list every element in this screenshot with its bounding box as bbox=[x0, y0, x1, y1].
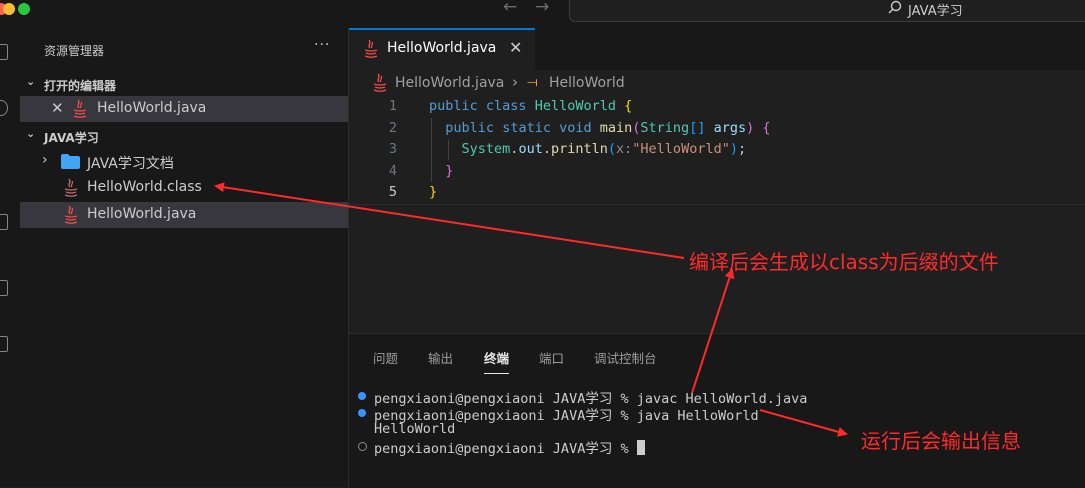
java-file-icon bbox=[373, 73, 387, 92]
close-icon[interactable]: ✕ bbox=[51, 99, 64, 117]
sidebar-title: 资源管理器 bbox=[44, 44, 105, 58]
tab-helloworld-java[interactable]: HelloWorld.java ✕ bbox=[349, 28, 535, 70]
extensions-icon[interactable] bbox=[0, 280, 8, 296]
command-success-dot[interactable] bbox=[358, 409, 366, 417]
editor-tab-bar: HelloWorld.java ✕ bbox=[349, 28, 1085, 70]
tab-problems[interactable]: 问题 bbox=[373, 348, 398, 367]
breadcrumb-symbol[interactable]: HelloWorld bbox=[549, 75, 625, 91]
tree-item-label: HelloWorld.java bbox=[87, 206, 197, 222]
command-pending-dot[interactable] bbox=[358, 442, 367, 451]
folder-icon bbox=[61, 154, 80, 169]
code-line: } bbox=[445, 163, 454, 179]
code-line: public class HelloWorld { bbox=[429, 98, 633, 114]
title-bar: ← → JAVA学习 bbox=[0, 0, 1085, 28]
code-line: } bbox=[429, 184, 438, 200]
code-line: public static void main(String[] args) { bbox=[445, 120, 771, 136]
chevron-down-icon: ⌄ bbox=[26, 75, 36, 88]
line-number: 1 bbox=[388, 98, 397, 114]
activity-bar bbox=[0, 28, 20, 487]
tree-item-label: HelloWorld.class bbox=[87, 179, 202, 195]
workspace-folder-header: JAVA学习 bbox=[44, 131, 99, 145]
tab-ports[interactable]: 端口 bbox=[539, 348, 564, 367]
search-icon bbox=[888, 0, 902, 14]
tree-item-label: JAVA学习文档 bbox=[87, 156, 174, 172]
terminal-cursor bbox=[636, 440, 645, 455]
explorer-icon[interactable] bbox=[0, 44, 8, 60]
breadcrumb-file[interactable]: HelloWorld.java bbox=[395, 75, 504, 91]
remote-explorer-icon[interactable] bbox=[0, 336, 8, 352]
minimize-dot[interactable] bbox=[3, 3, 15, 15]
open-editors-header: 打开的编辑器 bbox=[44, 79, 117, 93]
back-arrow-icon[interactable]: ← bbox=[503, 0, 517, 17]
code-line: System.out.println(x:"HelloWorld"); bbox=[461, 141, 747, 157]
code-editor[interactable]: 1 2 3 4 5 public class HelloWorld { publ… bbox=[349, 96, 1085, 204]
search-activity-icon[interactable] bbox=[0, 100, 8, 116]
terminal-prompt-line[interactable]: pengxiaoni@pengxiaoni JAVA学习 % bbox=[374, 437, 645, 457]
explorer-sidebar: 资源管理器 ··· ⌄ 打开的编辑器 ✕ HelloWorld.java ⌄ J… bbox=[20, 28, 349, 487]
tree-item-class-file[interactable]: HelloWorld.class bbox=[20, 175, 348, 201]
maximize-window-button[interactable] bbox=[18, 3, 30, 15]
line-number: 2 bbox=[388, 120, 397, 136]
open-editor-label: HelloWorld.java bbox=[97, 100, 207, 116]
chevron-right-icon: › bbox=[42, 152, 48, 168]
tab-output[interactable]: 输出 bbox=[428, 348, 453, 367]
tree-item-folder[interactable]: › JAVA学习文档 bbox=[20, 149, 348, 175]
command-success-dot[interactable] bbox=[358, 392, 366, 400]
workspace-folder-section[interactable]: ⌄ JAVA学习 bbox=[20, 125, 348, 147]
tab-label: HelloWorld.java bbox=[387, 40, 497, 56]
java-file-icon bbox=[64, 205, 78, 224]
breadcrumb: HelloWorld.java › ⟞ HelloWorld bbox=[349, 70, 1085, 96]
chevron-right-icon: › bbox=[512, 73, 518, 91]
annotation-run-note: 运行后会输出信息 bbox=[861, 429, 1021, 453]
line-number: 3 bbox=[388, 141, 397, 157]
more-actions-icon[interactable]: ··· bbox=[314, 37, 330, 53]
open-editors-section[interactable]: ⌄ 打开的编辑器 bbox=[20, 73, 348, 95]
tab-debug-console[interactable]: 调试控制台 bbox=[594, 348, 657, 367]
java-file-icon bbox=[364, 39, 378, 58]
terminal-output-line: HelloWorld bbox=[374, 421, 456, 437]
class-symbol-icon: ⟞ bbox=[527, 75, 538, 90]
annotation-class-note: 编译后会生成以class为后缀的文件 bbox=[689, 250, 999, 274]
chevron-down-icon: ⌄ bbox=[26, 127, 36, 140]
close-tab-icon[interactable]: ✕ bbox=[509, 38, 522, 57]
java-file-icon bbox=[73, 99, 87, 118]
line-number: 4 bbox=[388, 163, 397, 179]
command-center-search[interactable]: JAVA学习 bbox=[569, 0, 1085, 22]
bottom-panel: 问题 输出 终端 端口 调试控制台 pengxiaoni@pengxiaoni … bbox=[349, 333, 1085, 488]
terminal-prompt: pengxiaoni@pengxiaoni JAVA学习 % bbox=[374, 441, 637, 457]
run-debug-icon[interactable] bbox=[0, 214, 8, 230]
java-class-file-icon bbox=[64, 178, 78, 197]
open-editor-item[interactable]: ✕ HelloWorld.java bbox=[20, 96, 348, 122]
editor-divider bbox=[349, 204, 1085, 205]
forward-arrow-icon[interactable]: → bbox=[535, 0, 549, 17]
line-number-current: 5 bbox=[388, 184, 397, 200]
tab-terminal[interactable]: 终端 bbox=[484, 348, 510, 374]
search-label: JAVA学习 bbox=[908, 4, 963, 19]
tree-item-java-file[interactable]: HelloWorld.java bbox=[20, 202, 348, 228]
